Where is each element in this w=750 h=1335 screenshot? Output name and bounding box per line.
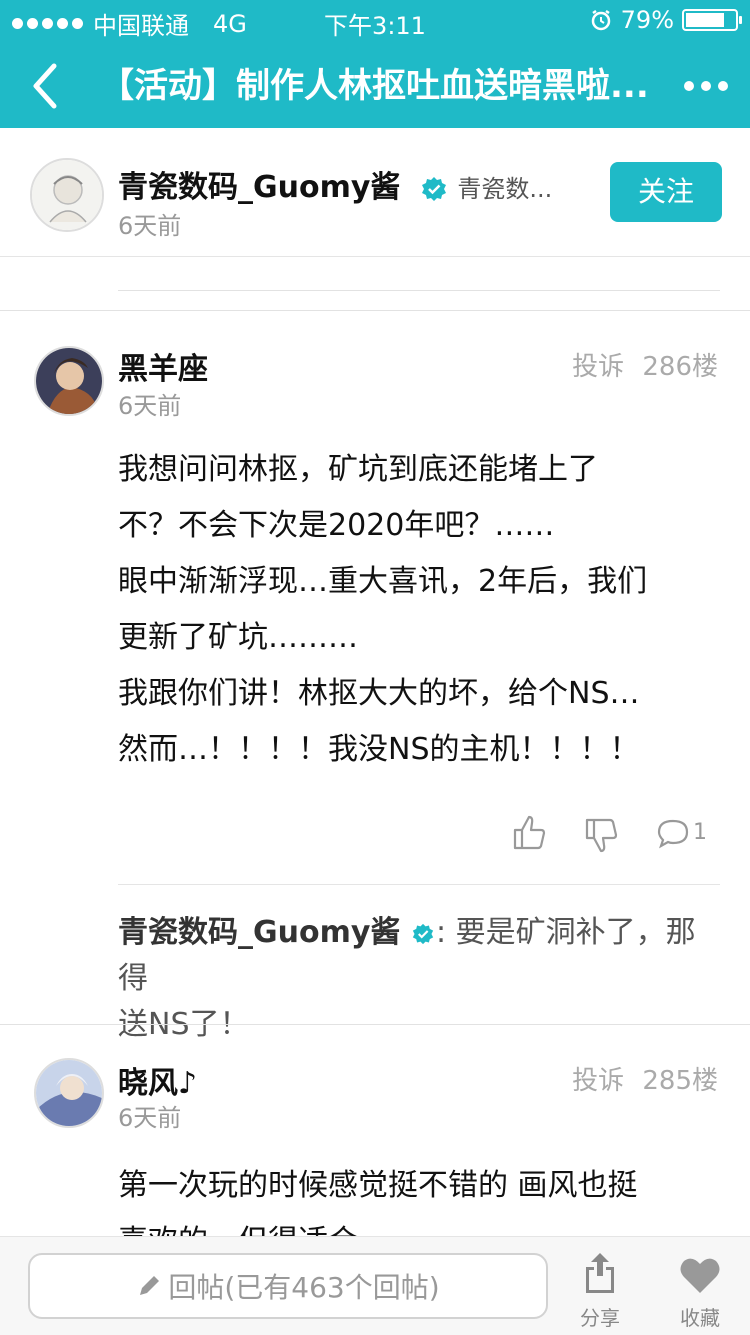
floor-number: 285楼 [642, 1066, 718, 1096]
post-actions: 1 [500, 810, 720, 860]
share-icon [586, 1253, 614, 1293]
author-header: 青瓷数码_Guomy酱 青瓷数... 6天前 关注 [0, 128, 750, 257]
thumbs-down-icon[interactable] [584, 816, 620, 856]
post-time: 6天前 [118, 1104, 182, 1132]
favorite-label: 收藏 [680, 1306, 720, 1330]
content-line: 眼中渐渐浮现…重大喜讯，2年后，我们 [118, 564, 648, 599]
page-title: 【活动】制作人林抠吐血送暗黑啦... [100, 66, 649, 106]
sub-reply-author[interactable]: 青瓷数码_Guomy酱 [118, 915, 400, 950]
author-avatar[interactable] [30, 158, 104, 232]
verified-icon [421, 176, 446, 201]
verified-icon [412, 923, 434, 944]
content-line: 更新了矿坑……… [118, 620, 358, 655]
battery-icon [682, 9, 742, 31]
divider [118, 290, 720, 291]
more-icon[interactable] [684, 66, 728, 106]
back-icon[interactable] [24, 58, 68, 114]
thumbs-up-icon[interactable] [512, 812, 548, 852]
battery-percent: 79% [620, 6, 674, 34]
pencil-icon [140, 1276, 160, 1295]
divider [0, 1024, 750, 1025]
comment-count: 1 [693, 820, 707, 845]
sub-reply-text: 送NS了！ [118, 1007, 250, 1042]
report-link[interactable]: 投诉 [572, 1066, 624, 1096]
author-name[interactable]: 青瓷数码_Guomy酱 [118, 170, 400, 205]
user-name[interactable]: 黑羊座 [118, 344, 208, 388]
share-button[interactable]: 分享 [560, 1251, 640, 1331]
content-line: 第一次玩的时候感觉挺不错的 画风也挺 [118, 1168, 638, 1203]
sub-reply[interactable]: 青瓷数码_Guomy酱 : 要是矿洞补了，那得 送NS了！ [118, 910, 718, 1048]
user-name[interactable]: 晓风♪ [118, 1058, 197, 1102]
post-content: 我想问问林抠，矿坑到底还能堵上了 不？不会下次是2020年吧？…… 眼中渐渐浮现… [118, 442, 718, 778]
alarm-icon [591, 9, 610, 31]
report-link[interactable]: 投诉 [572, 352, 624, 382]
reply-input[interactable]: 回帖(已有463个回帖) [28, 1253, 548, 1319]
floor-number: 286楼 [642, 352, 718, 382]
content-line: 不？不会下次是2020年吧？…… [118, 508, 555, 543]
share-label: 分享 [580, 1306, 620, 1330]
content-line: 我想问问林抠，矿坑到底还能堵上了 [118, 452, 598, 487]
favorite-button[interactable]: 收藏 [660, 1251, 740, 1331]
top-bar: 中国联通 4G 下午3:11 79% 【活动】制作人林抠吐血送暗黑啦... [0, 0, 750, 128]
divider [118, 884, 720, 885]
bottom-bar: 回帖(已有463个回帖) 分享 收藏 [0, 1236, 750, 1335]
status-bar: 中国联通 4G 下午3:11 79% [0, 0, 750, 40]
reply-placeholder: 回帖(已有463个回帖) [168, 1271, 440, 1304]
post-time: 6天前 [118, 392, 182, 420]
author-post-time: 6天前 [118, 212, 182, 240]
heart-icon [680, 1258, 720, 1293]
user-avatar[interactable] [34, 346, 104, 416]
divider [0, 310, 750, 311]
user-avatar[interactable] [34, 1058, 104, 1128]
follow-button[interactable]: 关注 [610, 162, 722, 222]
comment-icon[interactable] [656, 818, 690, 850]
nav-bar: 【活动】制作人林抠吐血送暗黑啦... [0, 44, 750, 128]
author-tag: 青瓷数... [457, 175, 553, 203]
content-line: 我跟你们讲！林抠大大的坏，给个NS… [118, 676, 640, 711]
content-line: 然而…！！！！我没NS的主机！！！！ [118, 732, 640, 767]
